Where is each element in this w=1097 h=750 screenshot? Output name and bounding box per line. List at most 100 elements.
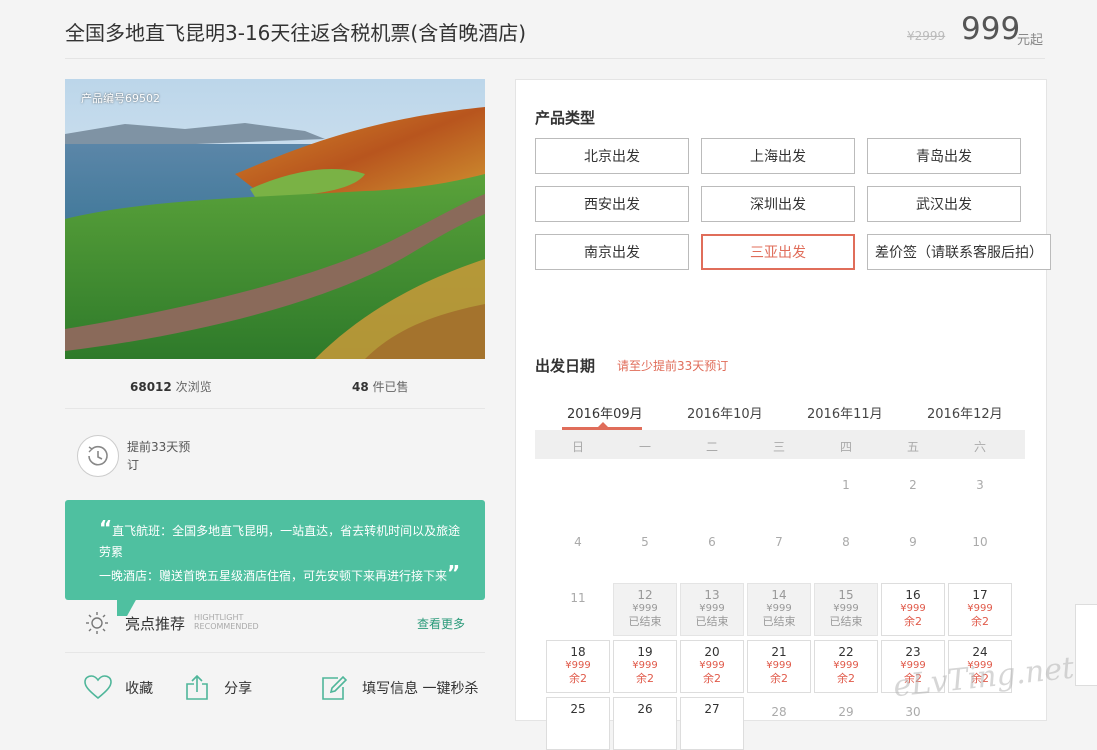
day-number: 26	[637, 702, 653, 716]
calendar-day[interactable]: 21 ¥999 余2	[747, 640, 811, 693]
side-float-tab[interactable]	[1075, 604, 1097, 686]
highlights-title: 亮点推荐	[125, 615, 186, 633]
month-tab[interactable]: 2016年10月	[687, 403, 763, 422]
product-type-title: 产品类型	[535, 109, 596, 127]
heart-icon	[84, 675, 112, 700]
day-number: 8	[842, 535, 850, 549]
header-divider	[65, 58, 1045, 59]
day-number: 20	[704, 645, 720, 659]
calendar-day: 8	[814, 527, 878, 580]
calendar-day[interactable]: 18 ¥999 余2	[546, 640, 610, 693]
calendar-day[interactable]: 26	[613, 697, 677, 750]
day-price: ¥999	[699, 603, 725, 614]
departure-title: 出发日期	[535, 357, 596, 375]
day-status: 余2	[904, 615, 922, 628]
day-number: 18	[570, 645, 586, 659]
highlight-line-2: 一晚酒店：赠送首晚五星级酒店住宿，可先安顿下来再进行接下来	[99, 569, 448, 583]
weekday-label: 五	[906, 440, 919, 454]
day-status: 余2	[636, 672, 654, 685]
fill-info-button[interactable]: 填写信息 一键秒杀	[321, 675, 479, 701]
highlights-sub-1: HIGHTLIGHT	[194, 613, 244, 622]
original-price: ¥2999	[907, 29, 946, 43]
calendar-day: 12 ¥999 已结束	[613, 583, 677, 636]
day-status: 余2	[569, 672, 587, 685]
product-type-option[interactable]: 北京出发	[535, 138, 689, 174]
month-tab[interactable]: 2016年09月	[567, 403, 643, 422]
day-status: 已结束	[628, 615, 662, 628]
highlights-text: “直飞航班：全国多地直飞昆明，一站直达，省去转机时间以及旅途劳累 一晚酒店：赠送…	[99, 518, 469, 587]
weekday-label: 三	[772, 440, 785, 454]
day-number: 4	[574, 535, 582, 549]
day-status: 余2	[770, 672, 788, 685]
share-icon	[186, 674, 208, 700]
day-number: 9	[909, 535, 917, 549]
day-number: 17	[972, 588, 988, 602]
product-photo[interactable]	[65, 79, 485, 359]
see-more-link[interactable]: 查看更多	[417, 615, 465, 632]
product-type-option[interactable]: 青岛出发	[867, 138, 1021, 174]
calendar-day[interactable]: 25	[546, 697, 610, 750]
sold-label: 件已售	[372, 380, 409, 394]
views-label: 次浏览	[175, 380, 212, 394]
day-price: ¥999	[766, 660, 792, 671]
favorite-button[interactable]: 收藏	[84, 675, 153, 701]
calendar-day[interactable]: 27	[680, 697, 744, 750]
calendar-day[interactable]: 20 ¥999 余2	[680, 640, 744, 693]
close-quote: ”	[447, 561, 461, 585]
calendar-day: 1	[814, 470, 878, 523]
product-type-option[interactable]: 上海出发	[701, 138, 855, 174]
product-type-option[interactable]: 三亚出发	[701, 234, 855, 270]
calendar-day: 3	[948, 470, 1012, 523]
share-label: 分享	[224, 681, 253, 697]
day-number: 23	[905, 645, 921, 659]
day-number: 24	[972, 645, 988, 659]
stats-divider	[65, 408, 485, 409]
day-number: 21	[771, 645, 787, 659]
day-price: ¥999	[900, 603, 926, 614]
day-number: 16	[905, 588, 921, 602]
day-number: 11	[570, 591, 586, 605]
day-number: 2	[909, 478, 917, 492]
views-stat: 68012 次浏览	[130, 378, 212, 395]
calendar-day[interactable]: 22 ¥999 余2	[814, 640, 878, 693]
day-status: 已结束	[829, 615, 863, 628]
product-type-option[interactable]: 南京出发	[535, 234, 689, 270]
current-price: 999	[961, 11, 1021, 47]
calendar-day: 28	[747, 697, 811, 750]
sun-icon	[85, 611, 109, 635]
month-tab[interactable]: 2016年12月	[927, 403, 1003, 422]
calendar-day[interactable]: 16 ¥999 余2	[881, 583, 945, 636]
calendar-day: 7	[747, 527, 811, 580]
product-type-option[interactable]: 西安出发	[535, 186, 689, 222]
golf-course-image	[65, 79, 485, 359]
day-status: 余2	[703, 672, 721, 685]
weekday-label: 二	[705, 440, 718, 454]
day-number: 7	[775, 535, 783, 549]
product-type-option[interactable]: 武汉出发	[867, 186, 1021, 222]
highlight-line-1: 直飞航班：全国多地直飞昆明，一站直达，省去转机时间以及旅途劳累	[99, 524, 461, 559]
month-tab[interactable]: 2016年11月	[807, 403, 883, 422]
price-unit: 元起	[1017, 33, 1044, 48]
product-type-option[interactable]: 深圳出发	[701, 186, 855, 222]
calendar-day: 13 ¥999 已结束	[680, 583, 744, 636]
calendar-day: 5	[613, 527, 677, 580]
sold-stat: 48 件已售	[352, 378, 409, 395]
calendar-day[interactable]: 19 ¥999 余2	[613, 640, 677, 693]
share-button[interactable]: 分享	[185, 674, 253, 701]
day-number: 22	[838, 645, 854, 659]
day-number: 1	[842, 478, 850, 492]
weekday-label: 一	[638, 440, 651, 454]
day-number: 25	[570, 702, 586, 716]
day-price: ¥999	[766, 603, 792, 614]
calendar-day: 9	[881, 527, 945, 580]
day-price: ¥999	[833, 660, 859, 671]
day-price: ¥999	[699, 660, 725, 671]
day-price: ¥999	[632, 660, 658, 671]
day-number: 13	[704, 588, 720, 602]
calendar-day: 30	[881, 697, 945, 750]
calendar-day: 14 ¥999 已结束	[747, 583, 811, 636]
calendar-day[interactable]: 17 ¥999 余2	[948, 583, 1012, 636]
product-type-option[interactable]: 差价签（请联系客服后拍）	[867, 234, 1051, 270]
weekday-label: 六	[973, 440, 986, 454]
day-number: 6	[708, 535, 716, 549]
